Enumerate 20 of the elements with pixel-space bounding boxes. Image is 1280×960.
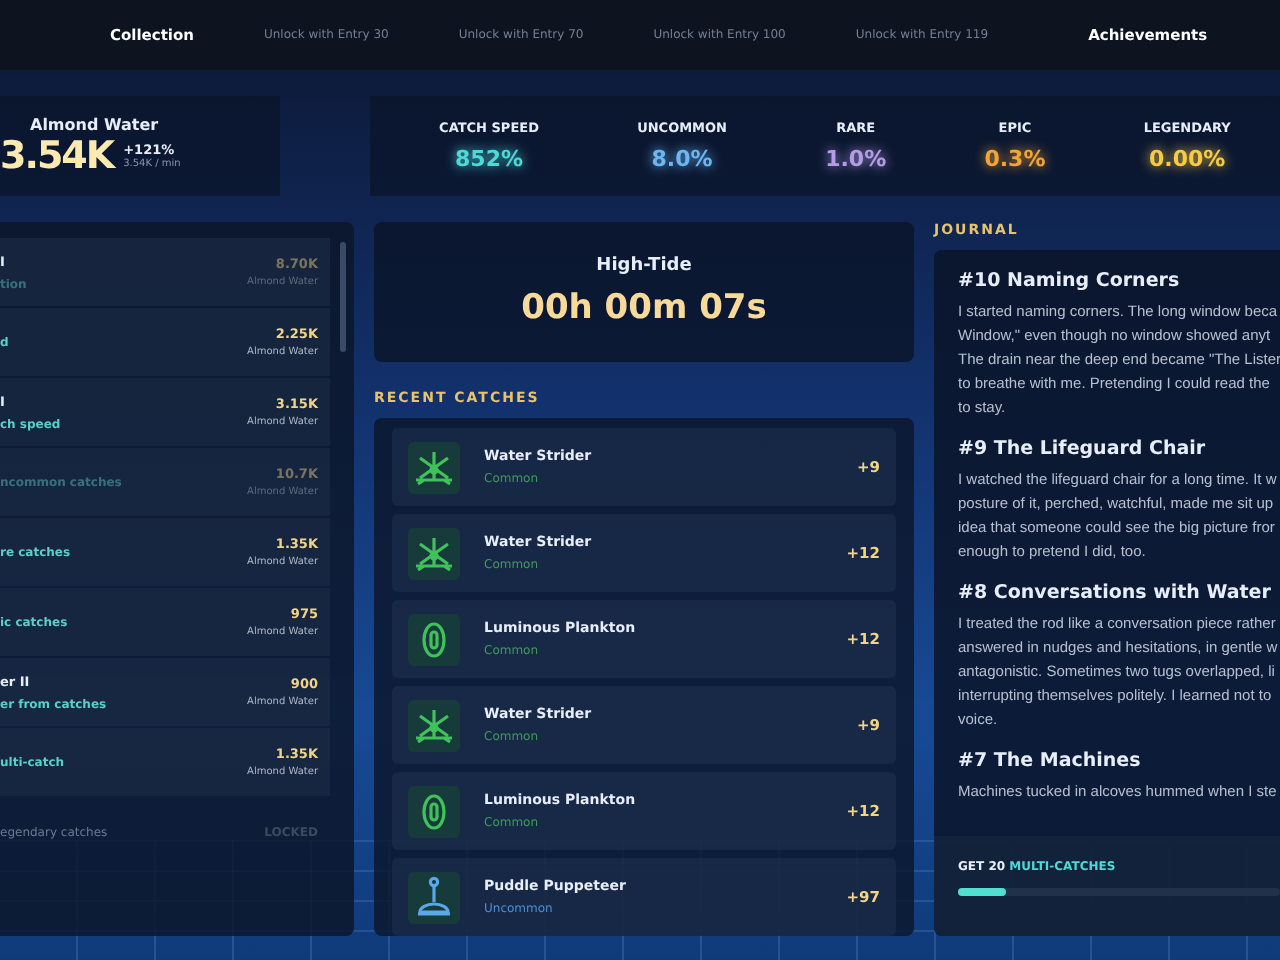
stat-value: 8.0% (651, 146, 713, 172)
entry-title: #7 The Machines (958, 750, 1143, 772)
stat-value: 852% (455, 146, 523, 172)
stat-value: 0.3% (984, 146, 1046, 172)
strider-icon (408, 441, 460, 493)
capsule-icon (408, 613, 460, 665)
stat-value: 0.00% (1149, 146, 1226, 172)
entry-title: #10 Naming Corners (958, 270, 1182, 292)
currency-amount: 3.54K (0, 133, 114, 177)
capsule-icon (408, 785, 460, 837)
entry-title: #8 Conversations with Water (958, 582, 1273, 604)
stat-value: 1.0% (825, 146, 887, 172)
scrollbar[interactable] (340, 242, 346, 352)
entry-title: #9 The Lifeguard Chair (958, 438, 1208, 460)
timer-value: 00h 00m 07s (521, 288, 767, 328)
strider-icon (408, 527, 460, 579)
timer-title: High-Tide (596, 256, 692, 276)
currency-name: Almond Water (30, 115, 161, 133)
joystick-icon (408, 871, 460, 923)
strider-icon (408, 699, 460, 751)
